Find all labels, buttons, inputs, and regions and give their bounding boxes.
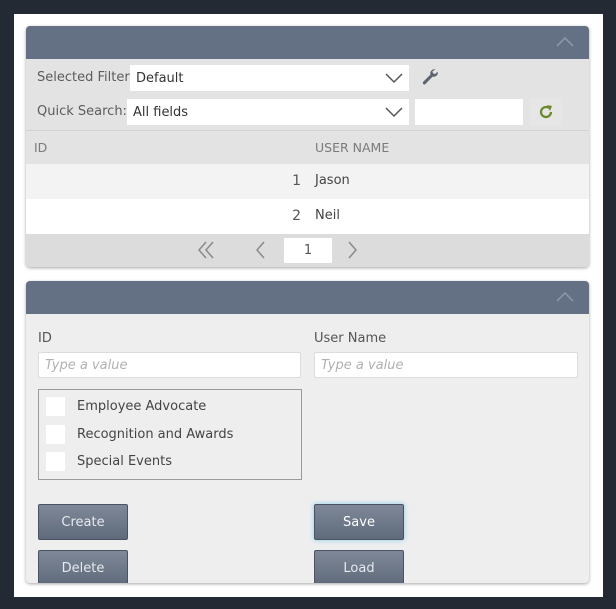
- chevron-right-icon: [348, 241, 357, 259]
- user-form-panel: ID User Name Employee Advocate Recogniti…: [26, 281, 589, 583]
- first-page-button[interactable]: [196, 239, 218, 265]
- checkbox-box[interactable]: [46, 397, 65, 416]
- create-button[interactable]: Create: [38, 504, 128, 540]
- checkbox-recognition-and-awards[interactable]: Recognition and Awards: [46, 425, 233, 444]
- pager: [26, 234, 589, 267]
- cell-user-name: Jason: [315, 173, 350, 188]
- chevron-down-icon: [385, 107, 403, 118]
- checkbox-special-events[interactable]: Special Events: [46, 452, 172, 471]
- page-background: Selected Filter: Default Quick Search: A…: [14, 14, 603, 597]
- checkbox-box[interactable]: [46, 452, 65, 471]
- collapse-list-panel-button[interactable]: [555, 35, 575, 49]
- checkbox-label: Special Events: [77, 454, 172, 469]
- filter-settings-button[interactable]: [419, 66, 441, 88]
- refresh-icon: [539, 105, 553, 119]
- load-button[interactable]: Load: [314, 550, 404, 583]
- checkbox-employee-advocate[interactable]: Employee Advocate: [46, 397, 206, 416]
- delete-button[interactable]: Delete: [38, 550, 128, 583]
- checkbox-label: Recognition and Awards: [77, 427, 234, 442]
- quick-search-label: Quick Search:: [37, 104, 127, 119]
- chevron-up-icon: [556, 291, 574, 302]
- selected-filter-dropdown[interactable]: Default: [130, 65, 409, 91]
- cell-id: 2: [292, 208, 301, 224]
- chevron-down-icon: [385, 73, 403, 84]
- collapse-form-panel-button[interactable]: [555, 290, 575, 304]
- user-name-input[interactable]: [314, 352, 578, 378]
- wrench-icon: [422, 69, 438, 85]
- checkbox-box[interactable]: [46, 425, 65, 444]
- selected-filter-value: Default: [136, 70, 184, 86]
- groups-checkbox-list: Employee Advocate Recognition and Awards…: [38, 389, 302, 480]
- chevron-left-icon: [256, 241, 265, 259]
- id-input[interactable]: [38, 352, 301, 378]
- column-header-user-name[interactable]: USER NAME: [315, 140, 389, 155]
- previous-page-button[interactable]: [253, 239, 267, 265]
- user-name-field-label: User Name: [314, 331, 387, 346]
- double-chevron-left-icon: [198, 241, 214, 259]
- selected-filter-label: Selected Filter:: [37, 70, 134, 85]
- table-row[interactable]: 2 Neil: [26, 199, 589, 234]
- page-number-input[interactable]: [284, 238, 332, 263]
- next-page-button[interactable]: [346, 239, 360, 265]
- form-panel-header: [26, 281, 589, 314]
- table-row[interactable]: 1 Jason: [26, 164, 589, 199]
- grid-header: ID USER NAME: [26, 130, 589, 164]
- list-panel-header: [26, 26, 589, 59]
- checkbox-label: Employee Advocate: [77, 399, 207, 414]
- refresh-button[interactable]: [530, 98, 562, 126]
- cell-id: 1: [292, 173, 301, 189]
- user-list-panel: Selected Filter: Default Quick Search: A…: [26, 26, 589, 267]
- cell-user-name: Neil: [315, 208, 340, 223]
- save-button[interactable]: Save: [314, 504, 404, 540]
- column-header-id[interactable]: ID: [34, 140, 47, 155]
- quick-search-input[interactable]: [415, 99, 523, 125]
- quick-search-scope-dropdown[interactable]: All fields: [127, 99, 409, 125]
- chevron-up-icon: [556, 36, 574, 47]
- quick-search-scope-value: All fields: [133, 104, 189, 120]
- id-field-label: ID: [38, 331, 52, 346]
